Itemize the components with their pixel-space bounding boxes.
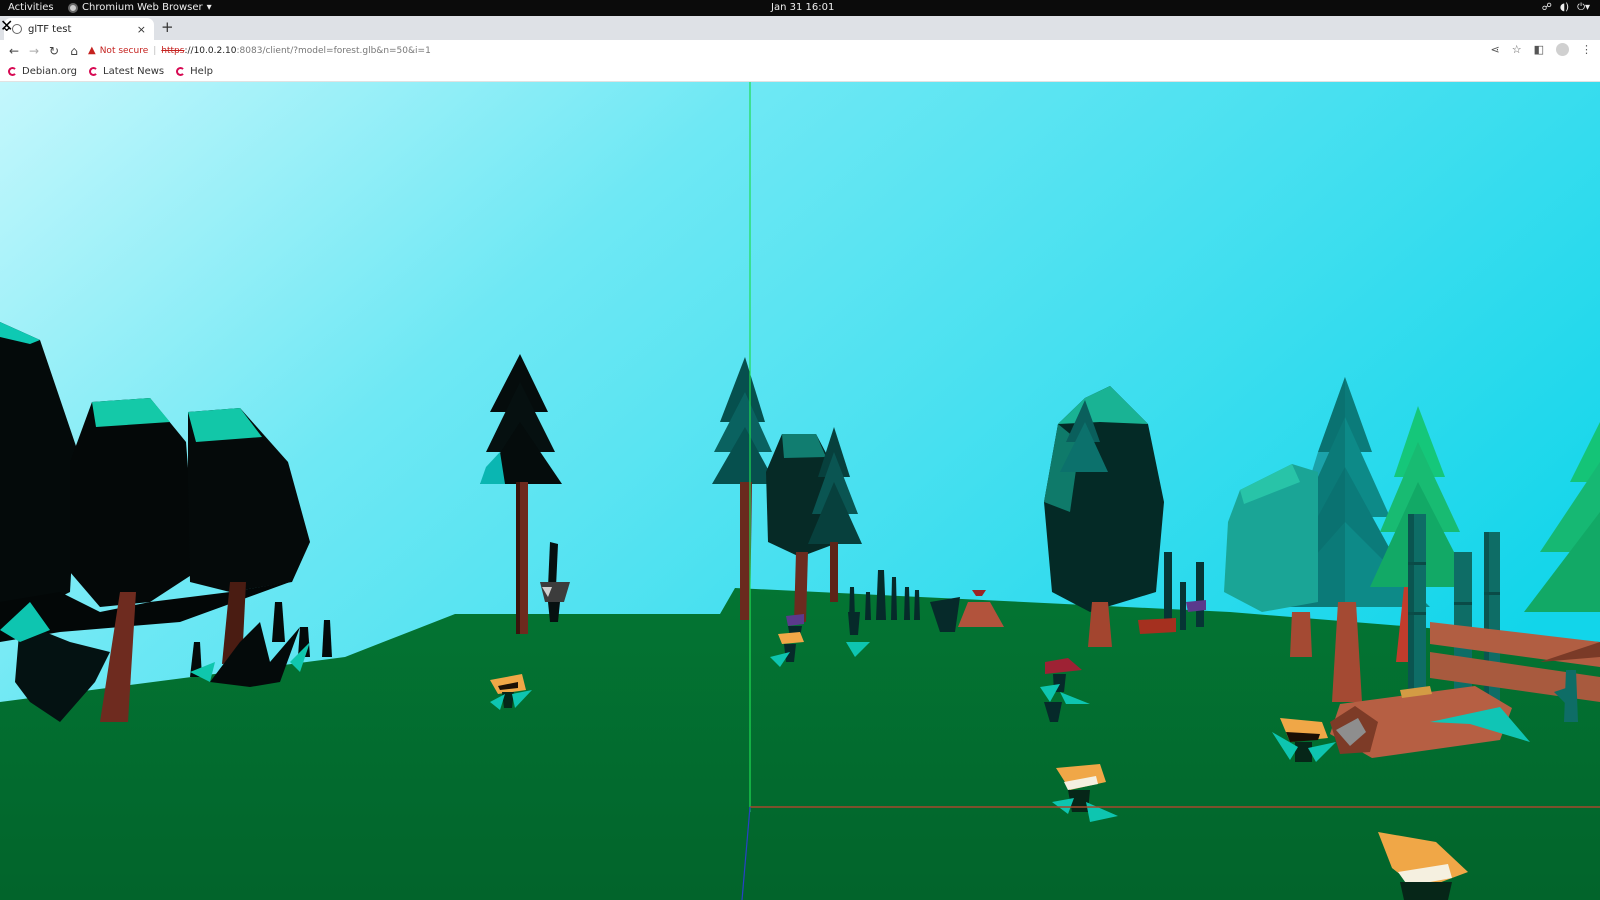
forward-arrow-icon[interactable]: → (24, 44, 44, 58)
volume-icon: ◖) (1559, 2, 1570, 13)
bookmark-debian[interactable]: Debian.org (8, 66, 77, 77)
chromium-icon (68, 2, 78, 13)
side-panel-icon[interactable]: ◧ (1534, 43, 1544, 56)
globe-icon (12, 24, 22, 34)
bookmark-label: Help (190, 66, 213, 77)
divider: | (153, 45, 157, 56)
system-tray[interactable]: ☍ ◖) ⏻▾ (1542, 2, 1590, 13)
tab-strip: glTF test × (0, 16, 1600, 40)
url-scheme: https (161, 45, 185, 56)
share-icon[interactable]: ⋖ (1491, 43, 1500, 56)
app-menu-label: Chromium Web Browser (82, 2, 203, 13)
bookmark-label: Latest News (103, 66, 165, 77)
network-icon: ☍ (1541, 2, 1552, 13)
bookmark-help[interactable]: Help (176, 66, 213, 77)
toolbar-actions: ⋖ ☆ ◧ ⋮ (1491, 43, 1592, 56)
app-menu[interactable]: Chromium Web Browser ▾ (68, 2, 212, 13)
debian-swirl-icon (89, 67, 99, 76)
activities-button[interactable]: Activities (8, 2, 54, 13)
debian-swirl-icon (176, 67, 186, 76)
debian-swirl-icon (8, 67, 17, 76)
back-arrow-icon[interactable]: ← (4, 44, 24, 58)
purple-mushroom (1186, 600, 1206, 612)
close-tab-button[interactable]: × (137, 23, 146, 36)
bookmark-label: Debian.org (22, 66, 78, 77)
bookmark-star-icon[interactable]: ☆ (1512, 43, 1522, 56)
security-label[interactable]: Not secure (100, 46, 149, 56)
tab-gltf-test[interactable]: glTF test × (4, 18, 154, 40)
system-top-bar: Activities Chromium Web Browser ▾ Jan 31… (0, 0, 1600, 16)
power-icon: ⏻▾ (1577, 2, 1590, 13)
url-path: :8083/client/?model=forest.glb&n=50&i=1 (236, 45, 431, 56)
bookmark-latest-news[interactable]: Latest News (89, 66, 164, 77)
red-log-small (1138, 618, 1176, 634)
menu-kebab-icon[interactable]: ⋮ (1581, 43, 1592, 56)
bookmarks-bar: Debian.org Latest News Help (0, 62, 1600, 82)
browser-toolbar: ← → ↻ ⌂ ▲ Not secure | https://10.0.2.10… (0, 40, 1600, 62)
address-bar[interactable]: ▲ Not secure | https://10.0.2.10:8083/cl… (88, 41, 1508, 60)
warning-icon[interactable]: ▲ (88, 45, 96, 56)
url-host: ://10.0.2.10 (184, 45, 237, 56)
profile-avatar-icon[interactable] (1556, 43, 1569, 56)
new-tab-button[interactable]: + (161, 18, 174, 36)
close-window-icon[interactable]: ✕ (0, 16, 13, 35)
home-icon[interactable]: ⌂ (64, 44, 84, 58)
chevron-down-icon: ▾ (206, 2, 212, 13)
reload-icon[interactable]: ↻ (44, 44, 64, 58)
tab-title: glTF test (28, 23, 72, 35)
webgl-canvas[interactable] (0, 82, 1600, 900)
clock[interactable]: Jan 31 16:01 (771, 2, 834, 13)
